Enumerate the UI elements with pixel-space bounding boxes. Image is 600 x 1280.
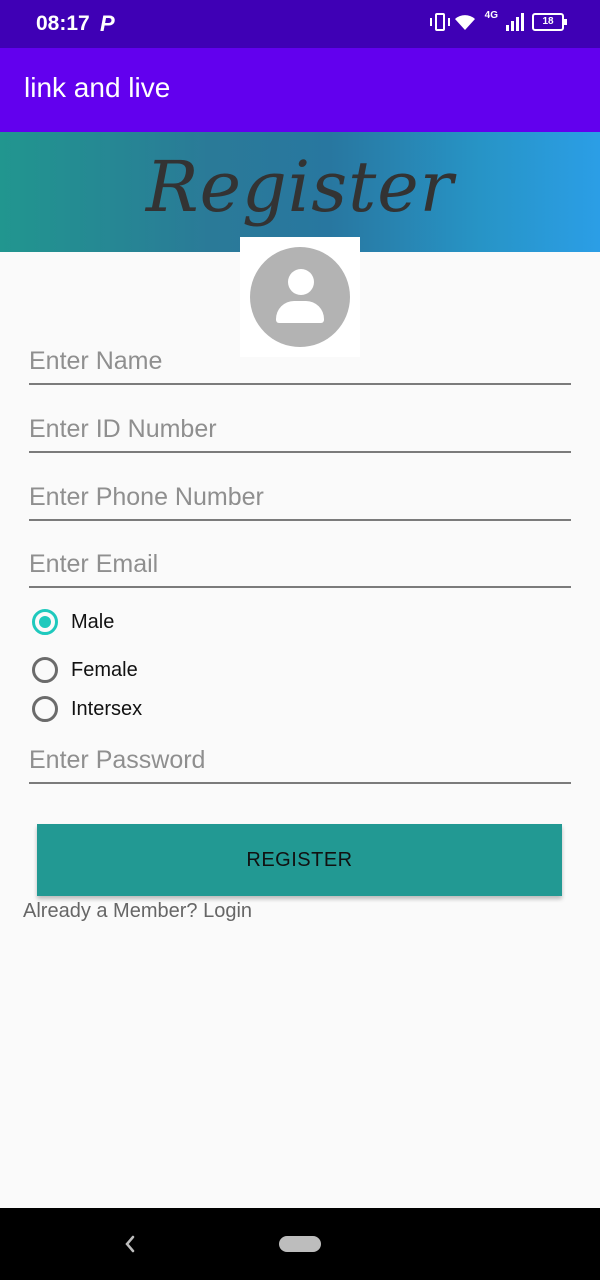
app-bar: link and live (0, 48, 600, 132)
name-input[interactable] (29, 341, 571, 381)
back-icon[interactable] (118, 1230, 142, 1258)
radio-male[interactable]: Male (32, 609, 114, 635)
signal-icon (506, 13, 524, 31)
avatar-icon (250, 247, 350, 347)
id-field-container (29, 401, 571, 453)
app-title: link and live (24, 72, 171, 103)
navigation-bar (0, 1208, 600, 1280)
id-number-input[interactable] (29, 409, 571, 449)
network-type-label: 4G (484, 9, 498, 21)
password-field-container (29, 732, 571, 784)
register-banner: Register (0, 132, 600, 252)
phone-field-container (29, 469, 571, 521)
banner-title: Register (145, 146, 455, 228)
phone-input[interactable] (29, 477, 571, 517)
radio-unchecked-icon (32, 657, 58, 683)
status-icons: 4G 18 (429, 9, 567, 32)
radio-label: Female (71, 658, 138, 681)
home-pill-icon[interactable] (279, 1236, 321, 1252)
login-link[interactable]: Already a Member? Login (23, 900, 252, 923)
wifi-icon (454, 15, 475, 30)
p-badge-icon: P (100, 11, 115, 36)
radio-label: Male (71, 610, 115, 633)
radio-checked-icon (32, 609, 58, 635)
email-input[interactable] (29, 544, 571, 584)
register-button[interactable]: REGISTER (37, 824, 562, 896)
radio-female[interactable]: Female (32, 657, 138, 683)
name-field-container (29, 333, 571, 385)
password-input[interactable] (29, 740, 571, 780)
radio-unchecked-icon (32, 696, 58, 722)
status-bar: 08:17 P 4G 18 (0, 0, 600, 48)
radio-label: Intersex (71, 697, 143, 720)
battery-icon: 18 (532, 13, 567, 31)
radio-intersex[interactable]: Intersex (32, 696, 142, 722)
email-field-container (29, 536, 571, 588)
vibrate-icon (429, 13, 450, 31)
status-time: 08:17 (36, 12, 90, 35)
